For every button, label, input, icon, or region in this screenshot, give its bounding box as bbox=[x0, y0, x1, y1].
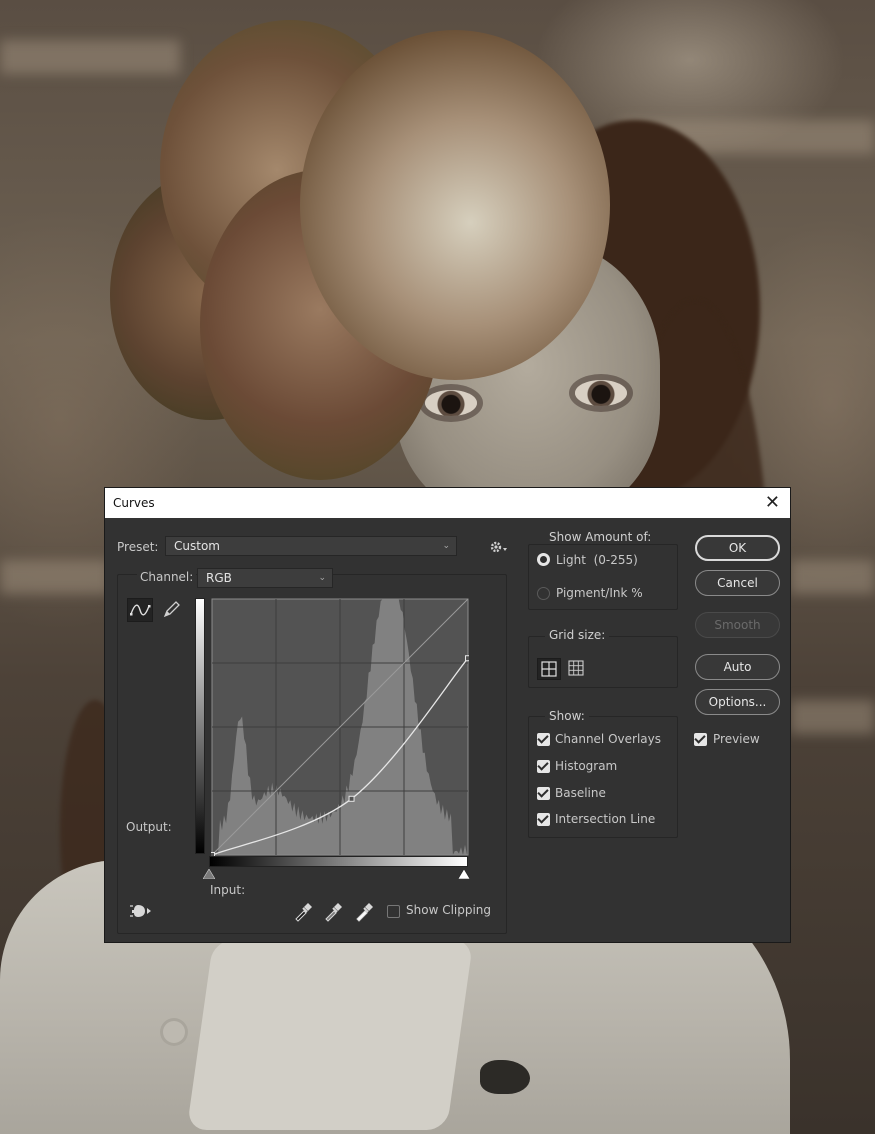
show-clipping-checkbox[interactable] bbox=[387, 905, 400, 918]
options-button[interactable]: Options... bbox=[695, 689, 780, 715]
show-label: Show: bbox=[545, 709, 589, 723]
light-radio-label: Light (0-255) bbox=[556, 553, 638, 567]
grid-size-label: Grid size: bbox=[545, 628, 610, 642]
histogram-checkbox[interactable] bbox=[537, 760, 550, 773]
input-gradient-bar bbox=[209, 856, 468, 867]
preset-select[interactable]: Custom ⌄ bbox=[165, 536, 457, 556]
dialog-title: Curves bbox=[113, 496, 155, 510]
channel-label: Channel: bbox=[137, 570, 197, 584]
preset-value: Custom bbox=[174, 539, 220, 553]
curve-tool-icon bbox=[130, 604, 151, 616]
cancel-button[interactable]: Cancel bbox=[695, 570, 780, 596]
eye-left bbox=[425, 390, 477, 416]
ok-button[interactable]: OK bbox=[695, 535, 780, 561]
channel-select[interactable]: RGB ⌄ bbox=[197, 568, 333, 588]
curves-dialog: Curves ✕ Preset: Custom ⌄ Channel: RGB ⌄ bbox=[104, 487, 791, 943]
output-label: Output: bbox=[126, 820, 172, 834]
close-icon[interactable]: ✕ bbox=[765, 492, 780, 513]
shirt-collar bbox=[186, 940, 474, 1130]
grid-4x4-icon bbox=[541, 661, 557, 677]
intersection-line-label: Intersection Line bbox=[555, 812, 656, 826]
background-beam bbox=[0, 560, 110, 594]
detailed-grid-button[interactable] bbox=[565, 658, 589, 680]
background-beam bbox=[790, 560, 875, 594]
chevron-down-icon: ⌄ bbox=[442, 541, 450, 551]
curve-point bbox=[348, 795, 355, 802]
baseline-label: Baseline bbox=[555, 786, 606, 800]
channel-overlays-checkbox[interactable] bbox=[537, 733, 550, 746]
fungus bbox=[300, 30, 610, 380]
eyedropper-black-icon bbox=[295, 903, 312, 922]
preset-options-gear-icon[interactable] bbox=[489, 539, 509, 555]
white-eyedropper[interactable] bbox=[354, 902, 374, 922]
eyedropper-gray-icon bbox=[325, 903, 342, 922]
black-eyedropper[interactable] bbox=[293, 902, 313, 922]
eyedropper-white-icon bbox=[356, 903, 373, 922]
simple-grid-button[interactable] bbox=[537, 658, 561, 680]
light-radio[interactable] bbox=[537, 553, 550, 566]
shirt-button bbox=[160, 1018, 188, 1046]
black-point-slider[interactable] bbox=[203, 869, 215, 879]
pigment-radio[interactable] bbox=[537, 587, 550, 600]
pencil-icon bbox=[163, 601, 180, 618]
intersection-line-checkbox[interactable] bbox=[537, 813, 550, 826]
chevron-down-icon: ⌄ bbox=[318, 573, 326, 583]
smooth-button[interactable]: Smooth bbox=[695, 612, 780, 638]
pigment-radio-label: Pigment/Ink % bbox=[556, 586, 643, 600]
grid-10x10-icon bbox=[568, 660, 584, 676]
preview-checkbox[interactable] bbox=[694, 733, 707, 746]
on-image-adjust-tool[interactable] bbox=[129, 902, 153, 920]
preview-label: Preview bbox=[713, 732, 760, 746]
white-point-slider[interactable] bbox=[458, 869, 470, 879]
pencil-tool[interactable] bbox=[159, 598, 185, 622]
baseline-checkbox[interactable] bbox=[537, 787, 550, 800]
show-clipping-label: Show Clipping bbox=[406, 903, 492, 917]
input-label: Input: bbox=[210, 883, 246, 897]
curves-graph[interactable] bbox=[211, 598, 469, 856]
background-beam bbox=[790, 700, 875, 734]
hand-adjust-icon bbox=[130, 905, 151, 917]
eye-right bbox=[575, 380, 627, 406]
output-gradient-bar bbox=[195, 598, 205, 854]
auto-button[interactable]: Auto bbox=[695, 654, 780, 680]
show-amount-label: Show Amount of: bbox=[545, 530, 656, 544]
shirt-tear bbox=[480, 1060, 530, 1094]
histogram-label: Histogram bbox=[555, 759, 618, 773]
gray-eyedropper[interactable] bbox=[323, 902, 343, 922]
channel-value: RGB bbox=[206, 571, 232, 585]
curve-point bbox=[465, 655, 469, 662]
background-beam bbox=[0, 40, 180, 74]
preset-label: Preset: bbox=[117, 540, 159, 554]
channel-overlays-label: Channel Overlays bbox=[555, 732, 661, 746]
title-bar[interactable]: Curves ✕ bbox=[105, 488, 790, 518]
curve-point-tool[interactable] bbox=[127, 598, 153, 622]
